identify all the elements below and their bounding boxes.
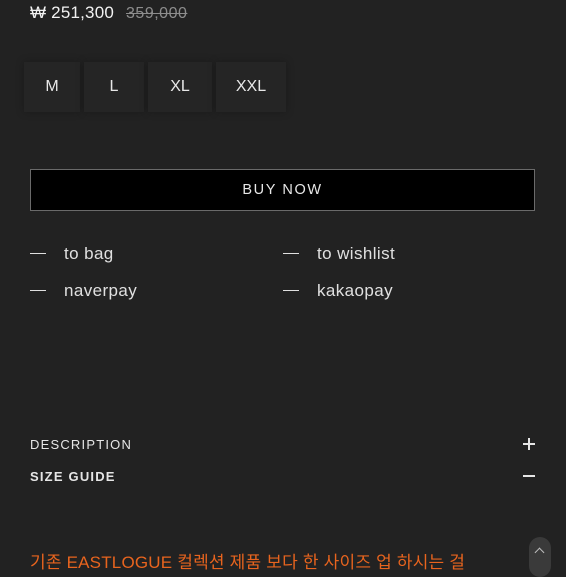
original-price: 359,000 [126, 5, 188, 22]
size-guide-text: 기존 EASTLOGUE 컬렉션 제품 보다 한 사이즈 업 하시는 걸 [30, 553, 466, 572]
size-selector: M L XL XXL [24, 62, 286, 112]
size-guide-label: SIZE GUIDE [30, 468, 116, 484]
size-option-xxl[interactable]: XXL [216, 62, 286, 112]
description-toggle[interactable]: DESCRIPTION [30, 428, 536, 460]
naverpay-label: naverpay [64, 280, 138, 300]
description-label: DESCRIPTION [30, 436, 133, 452]
plus-icon [522, 437, 536, 451]
kakaopay-label: kakaopay [317, 280, 393, 300]
dash-icon [30, 252, 46, 255]
action-links: to bag to wishlist naverpay kakaopay [30, 235, 536, 309]
product-info-accordion: DESCRIPTION SIZE GUIDE [30, 428, 536, 492]
scroll-to-top-button[interactable] [529, 537, 551, 577]
kakaopay-link[interactable]: kakaopay [283, 281, 536, 301]
add-to-bag-label: to bag [64, 243, 114, 263]
size-option-m[interactable]: M [24, 62, 80, 112]
price-row: ₩ 251,300 359,000 [30, 3, 187, 23]
buy-now-button[interactable]: BUY NOW [30, 169, 535, 211]
sale-price: ₩ 251,300 [30, 3, 115, 22]
size-option-l[interactable]: L [84, 62, 144, 112]
dash-icon [283, 289, 299, 292]
add-to-wishlist-link[interactable]: to wishlist [283, 244, 536, 264]
chevron-up-icon [534, 547, 545, 558]
size-option-xl[interactable]: XL [148, 62, 212, 112]
add-to-wishlist-label: to wishlist [317, 243, 396, 263]
dash-icon [30, 289, 46, 292]
minus-icon [522, 469, 536, 483]
naverpay-link[interactable]: naverpay [30, 281, 283, 301]
size-guide-toggle[interactable]: SIZE GUIDE [30, 460, 536, 492]
dash-icon [283, 252, 299, 255]
add-to-bag-link[interactable]: to bag [30, 244, 283, 264]
